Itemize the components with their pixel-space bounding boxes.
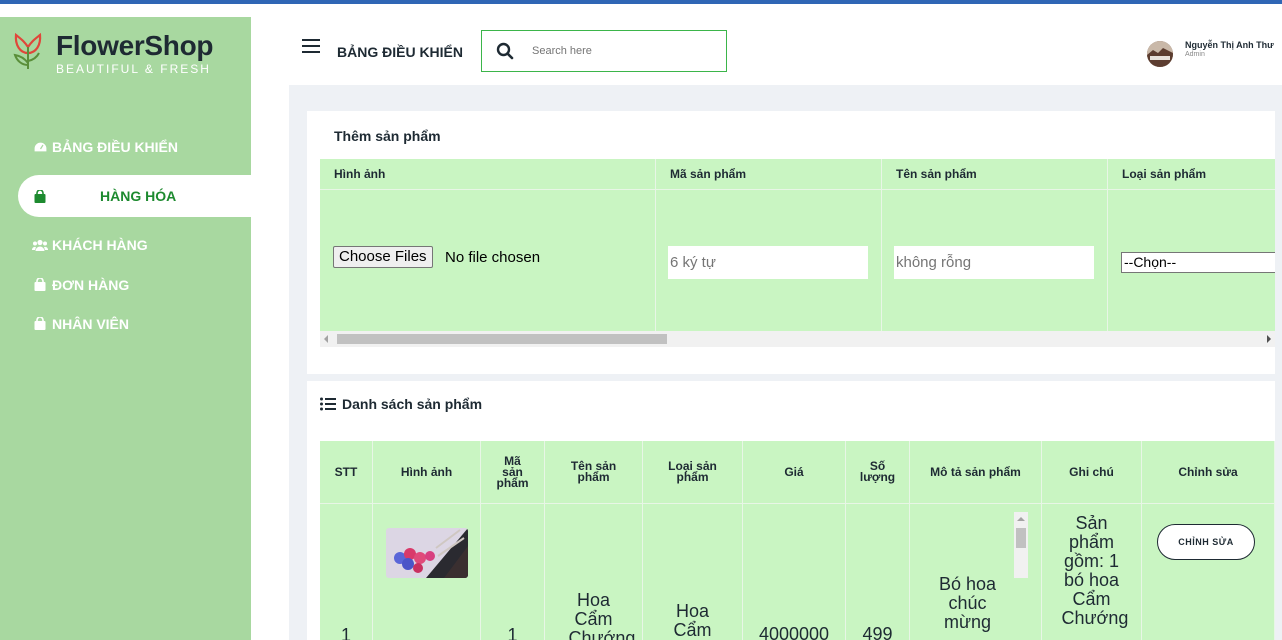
th-code-label: Mã sản phẩm bbox=[496, 453, 529, 490]
window-top-border bbox=[0, 0, 1282, 17]
hamburger-line bbox=[302, 45, 320, 47]
add-product-form: Hình ảnh Mã sản phẩm Tên sản phẩm Loại s… bbox=[320, 159, 1275, 347]
cell-type-value: Hoa Cẩm Chướng bbox=[668, 601, 735, 640]
brand-logo[interactable]: FlowerShop BEAUTIFUL & FRESH bbox=[12, 30, 214, 76]
th-stt: STT bbox=[320, 441, 373, 503]
scrollbar-thumb[interactable] bbox=[337, 334, 667, 344]
column-header-image: Hình ảnh bbox=[320, 159, 656, 189]
th-type: Loại sản phẩm bbox=[643, 441, 743, 503]
th-qty: Số lượng bbox=[846, 441, 910, 503]
column-header-name: Tên sản phẩm bbox=[882, 159, 1108, 189]
cell-stt-value: 1 bbox=[340, 625, 351, 640]
sidebar-item-label: NHÂN VIÊN bbox=[52, 315, 130, 332]
cell-price: 4000000 bbox=[743, 503, 846, 640]
sidebar-item-dashboard[interactable]: BẢNG ĐIỀU KHIỂN bbox=[0, 127, 251, 167]
sidebar-item-customers[interactable]: KHÁCH HÀNG bbox=[0, 225, 251, 265]
cell-code: 1 bbox=[481, 503, 545, 640]
cell-note: Sản phẩm gồm: 1 bó hoa Cẩm Chướng bbox=[1042, 503, 1142, 640]
scroll-right-arrow[interactable] bbox=[1267, 335, 1271, 343]
user-name: Nguyễn Thị Anh Thư bbox=[1185, 40, 1274, 50]
cell-price-value: 4000000 bbox=[758, 624, 830, 640]
product-code-input[interactable]: 6 ký tự bbox=[668, 246, 868, 279]
brand-title: FlowerShop bbox=[56, 30, 214, 61]
edit-button[interactable]: CHỈNH SỬA bbox=[1157, 524, 1255, 560]
product-list-card: Danh sách sản phẩm STT Hình ảnh Mã sản p… bbox=[307, 381, 1275, 640]
product-table: STT Hình ảnh Mã sản phẩm Tên sản phẩm Lo… bbox=[320, 441, 1275, 640]
sidebar-item-label: ĐƠN HÀNG bbox=[52, 276, 130, 293]
image-upload-cell: Choose Files No file chosen bbox=[320, 189, 656, 331]
product-name-cell: không rỗng bbox=[882, 189, 1108, 331]
cell-qty: 499 bbox=[846, 503, 910, 640]
search-box[interactable] bbox=[481, 30, 727, 72]
scroll-up-arrow[interactable] bbox=[1017, 517, 1025, 521]
product-type-select[interactable]: --Chọn-- bbox=[1121, 252, 1275, 273]
cell-code-value: 1 bbox=[507, 625, 518, 640]
cell-name-value: Hoa Cẩm Chướng bbox=[568, 590, 636, 640]
top-header: BẢNG ĐIỀU KHIỂN Nguyễn Thị Anh Thư Admin bbox=[289, 17, 1282, 85]
hamburger-line bbox=[302, 39, 320, 41]
th-type-label: Loại sản phẩm bbox=[668, 459, 717, 484]
choose-files-button[interactable]: Choose Files bbox=[333, 246, 433, 268]
th-edit: Chỉnh sửa bbox=[1142, 441, 1275, 503]
user-profile[interactable]: Nguyễn Thị Anh Thư Admin bbox=[1147, 40, 1274, 67]
product-code-cell: 6 ký tự bbox=[656, 189, 882, 331]
product-thumbnail bbox=[386, 528, 468, 578]
description-scrollbar[interactable] bbox=[1014, 512, 1028, 578]
th-qty-label: Số lượng bbox=[859, 459, 896, 484]
cell-stt: 1 bbox=[320, 503, 373, 640]
menu-toggle-button[interactable] bbox=[302, 39, 320, 53]
search-icon[interactable] bbox=[496, 42, 514, 60]
sidebar-item-employees[interactable]: NHÂN VIÊN bbox=[0, 304, 251, 343]
dashboard-icon bbox=[32, 140, 48, 154]
th-note: Ghi chú bbox=[1042, 441, 1142, 503]
cell-name: Hoa Cẩm Chướng bbox=[545, 503, 643, 640]
search-input[interactable] bbox=[532, 45, 702, 57]
cell-description-value: Bó hoa chúc mừng bbox=[938, 574, 997, 632]
cell-qty-value: 499 bbox=[862, 624, 893, 640]
scrollbar-thumb[interactable] bbox=[1016, 528, 1026, 548]
shopping-bag-icon bbox=[32, 278, 48, 292]
tulip-icon bbox=[13, 32, 42, 69]
page-title: BẢNG ĐIỀU KHIỂN bbox=[337, 44, 464, 60]
hamburger-line bbox=[302, 51, 320, 53]
users-icon bbox=[32, 238, 48, 252]
sidebar-item-label: KHÁCH HÀNG bbox=[52, 237, 148, 253]
sidebar-item-orders[interactable]: ĐƠN HÀNG bbox=[0, 265, 251, 304]
shopping-bag-icon bbox=[32, 189, 48, 203]
sidebar-item-label: HÀNG HÓA bbox=[100, 188, 177, 204]
th-name-label: Tên sản phẩm bbox=[570, 459, 617, 484]
th-name: Tên sản phẩm bbox=[545, 441, 643, 503]
sidebar-item-label: BẢNG ĐIỀU KHIỂN bbox=[52, 139, 179, 155]
brand-subtitle: BEAUTIFUL & FRESH bbox=[56, 62, 211, 76]
sidebar: FlowerShop BEAUTIFUL & FRESH BẢNG ĐIỀU K… bbox=[0, 17, 251, 640]
cell-type: Hoa Cẩm Chướng bbox=[643, 503, 743, 640]
cell-note-value: Sản phẩm gồm: 1 bó hoa Cẩm Chướng bbox=[1061, 513, 1129, 628]
user-role: Admin bbox=[1185, 51, 1205, 58]
product-list-title: Danh sách sản phẩm bbox=[342, 396, 483, 412]
th-image: Hình ảnh bbox=[373, 441, 481, 503]
th-description: Mô tả sản phẩm bbox=[910, 441, 1042, 503]
column-header-type: Loại sản phẩm bbox=[1108, 159, 1275, 189]
sidebar-item-products[interactable]: HÀNG HÓA bbox=[18, 175, 251, 217]
column-header-code: Mã sản phẩm bbox=[656, 159, 882, 189]
product-name-input[interactable]: không rỗng bbox=[894, 246, 1094, 279]
avatar bbox=[1147, 41, 1173, 67]
product-list-heading: Danh sách sản phẩm bbox=[320, 396, 482, 412]
horizontal-scrollbar[interactable] bbox=[320, 331, 1275, 347]
sidebar-nav: BẢNG ĐIỀU KHIỂN HÀNG HÓA KHÁCH HÀNG ĐƠN … bbox=[0, 127, 251, 343]
th-price: Giá bbox=[743, 441, 846, 503]
file-status-text: No file chosen bbox=[445, 249, 541, 266]
add-product-grid: Hình ảnh Mã sản phẩm Tên sản phẩm Loại s… bbox=[320, 159, 1275, 331]
add-product-title: Thêm sản phẩm bbox=[334, 128, 441, 144]
main-content: BẢNG ĐIỀU KHIỂN Nguyễn Thị Anh Thư Admin bbox=[289, 17, 1282, 640]
list-icon bbox=[320, 397, 336, 411]
add-product-card: Thêm sản phẩm Hình ảnh Mã sản phẩm Tên s… bbox=[307, 111, 1275, 374]
product-type-cell: --Chọn-- bbox=[1108, 189, 1275, 331]
scroll-left-arrow[interactable] bbox=[324, 335, 328, 343]
th-code: Mã sản phẩm bbox=[481, 441, 545, 503]
shopping-bag-icon bbox=[32, 317, 48, 331]
